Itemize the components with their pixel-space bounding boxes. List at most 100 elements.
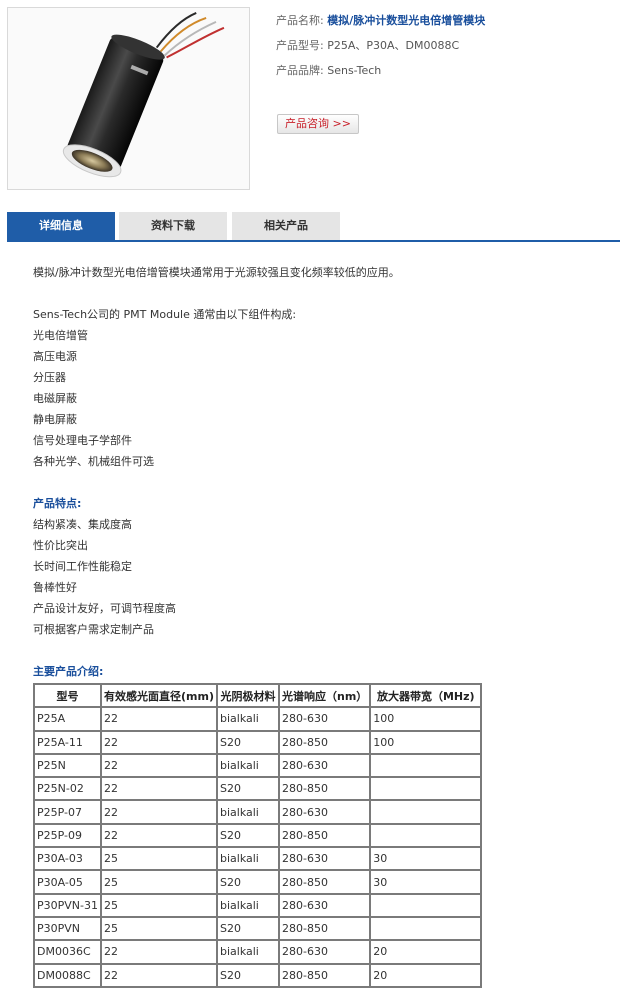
feature-item: 性价比突出 [33,539,88,552]
table-cell: 280-630 [277,799,372,825]
table-cell: 30 [369,869,483,895]
table-cell: 22 [100,939,218,965]
feature-item: 结构紧凑、集成度高 [33,518,132,531]
table-cell: S20 [215,776,280,802]
features-heading: 产品特点: [33,497,82,510]
table-row: P25N-02 22 S20 280-850 [33,776,483,802]
table-cell: 100 [369,706,483,732]
table-cell: bialkali [215,799,280,825]
product-name-label: 产品名称: [276,14,324,27]
table-row: DM0036C 22 bialkali 280-630 20 [33,939,483,965]
product-brand-label: 产品品牌: [276,64,324,77]
component-item: 静电屏蔽 [33,413,77,426]
component-item: 分压器 [33,371,66,384]
table-cell: S20 [215,822,280,849]
table-cell: 22 [100,822,218,849]
component-item: 各种光学、机械组件可选 [33,455,154,468]
table-cell: DM0088C [33,962,102,988]
table-cell: 20 [369,962,483,988]
table-cell: P25A-11 [33,729,102,755]
table-row: DM0088C 22 S20 280-850 20 [33,962,483,988]
product-info: 产品名称: 模拟/脉冲计数型光电倍增管模块 产品型号: P25A、P30A、DM… [276,14,616,89]
product-name-row: 产品名称: 模拟/脉冲计数型光电倍增管模块 [276,14,616,39]
table-cell: P30PVN [33,915,102,942]
table-cell: P25N-02 [33,776,102,802]
table-cell: 25 [100,869,218,895]
component-item: 光电倍增管 [33,329,88,342]
component-item: 信号处理电子学部件 [33,434,132,447]
table-cell [369,776,483,802]
table-cell: bialkali [215,892,280,918]
column-header-model: 型号 [33,682,102,709]
feature-item: 产品设计友好，可调节程度高 [33,602,176,615]
table-cell: 280-850 [277,869,372,895]
table-cell: 280-630 [277,706,372,732]
product-spec-table: 型号 有效感光面直径(mm) 光阴极材料 光谱响应（nm） 放大器带宽（MHz)… [33,682,483,988]
table-cell: S20 [215,962,280,988]
table-cell: P30A-03 [33,846,102,872]
table-cell: S20 [215,729,280,755]
table-cell: 22 [100,706,218,732]
table-cell: 22 [100,776,218,802]
table-cell: 25 [100,915,218,942]
table-row: P25A-11 22 S20 280-850 100 [33,729,483,755]
table-cell: 280-630 [277,892,372,918]
product-image [7,7,250,190]
table-cell: P25N [33,752,102,779]
table-cell [369,892,483,918]
detail-content: 模拟/脉冲计数型光电倍增管模块通常用于光源较强且变化频率较低的应用。 Sens-… [33,262,603,682]
column-header-spectral-response: 光谱响应（nm） [277,682,372,709]
table-cell: 20 [369,939,483,965]
table-cell: P30A-05 [33,869,102,895]
product-consult-button[interactable]: 产品咨询 >> [277,114,359,134]
table-row: P25P-07 22 bialkali 280-630 [33,799,483,825]
table-cell: 25 [100,846,218,872]
table-cell: bialkali [215,752,280,779]
table-cell: P25P-07 [33,799,102,825]
table-row: P30A-05 25 S20 280-850 30 [33,869,483,895]
intro-text: 模拟/脉冲计数型光电倍增管模块通常用于光源较强且变化频率较低的应用。 [33,266,400,279]
table-cell: P25P-09 [33,822,102,849]
column-header-photocathode: 光阴极材料 [215,682,280,709]
component-item: 电磁屏蔽 [33,392,77,405]
table-row: P25P-09 22 S20 280-850 [33,822,483,849]
tab-downloads[interactable]: 资料下载 [119,212,227,240]
product-brand-row: 产品品牌: Sens-Tech [276,64,616,89]
column-header-diameter: 有效感光面直径(mm) [100,682,218,709]
table-header-row: 型号 有效感光面直径(mm) 光阴极材料 光谱响应（nm） 放大器带宽（MHz) [33,682,483,709]
table-row: P30A-03 25 bialkali 280-630 30 [33,846,483,872]
table-cell: 280-850 [277,822,372,849]
product-model-value: P25A、P30A、DM0088C [327,39,460,52]
table-cell: P30PVN-31 [33,892,102,918]
table-cell: bialkali [215,846,280,872]
product-name-value[interactable]: 模拟/脉冲计数型光电倍增管模块 [327,14,485,27]
table-cell: 22 [100,962,218,988]
table-cell: 280-850 [277,776,372,802]
table-cell: 22 [100,752,218,779]
table-cell: 30 [369,846,483,872]
product-model-row: 产品型号: P25A、P30A、DM0088C [276,39,616,64]
table-row: P30PVN-31 25 bialkali 280-630 [33,892,483,918]
table-row: P25N 22 bialkali 280-630 [33,752,483,779]
table-cell: S20 [215,869,280,895]
components-intro: Sens-Tech公司的 PMT Module 通常由以下组件构成: [33,308,297,321]
table-heading: 主要产品介绍: [33,665,104,678]
table-cell [369,752,483,779]
table-cell [369,915,483,942]
column-header-bandwidth: 放大器带宽（MHz) [369,682,483,709]
feature-item: 可根据客户需求定制产品 [33,623,154,636]
table-row: P25A 22 bialkali 280-630 100 [33,706,483,732]
table-cell [369,822,483,849]
tab-details[interactable]: 详细信息 [7,212,115,240]
product-brand-value: Sens-Tech [327,64,382,77]
table-cell: bialkali [215,706,280,732]
feature-item: 长时间工作性能稳定 [33,560,132,573]
table-cell: P25A [33,706,102,732]
table-cell: DM0036C [33,939,102,965]
table-cell: 25 [100,892,218,918]
table-row: P30PVN 25 S20 280-850 [33,915,483,942]
table-cell: 22 [100,799,218,825]
table-cell: 280-630 [277,939,372,965]
tab-related-products[interactable]: 相关产品 [232,212,340,240]
pmt-module-photo [62,12,225,178]
